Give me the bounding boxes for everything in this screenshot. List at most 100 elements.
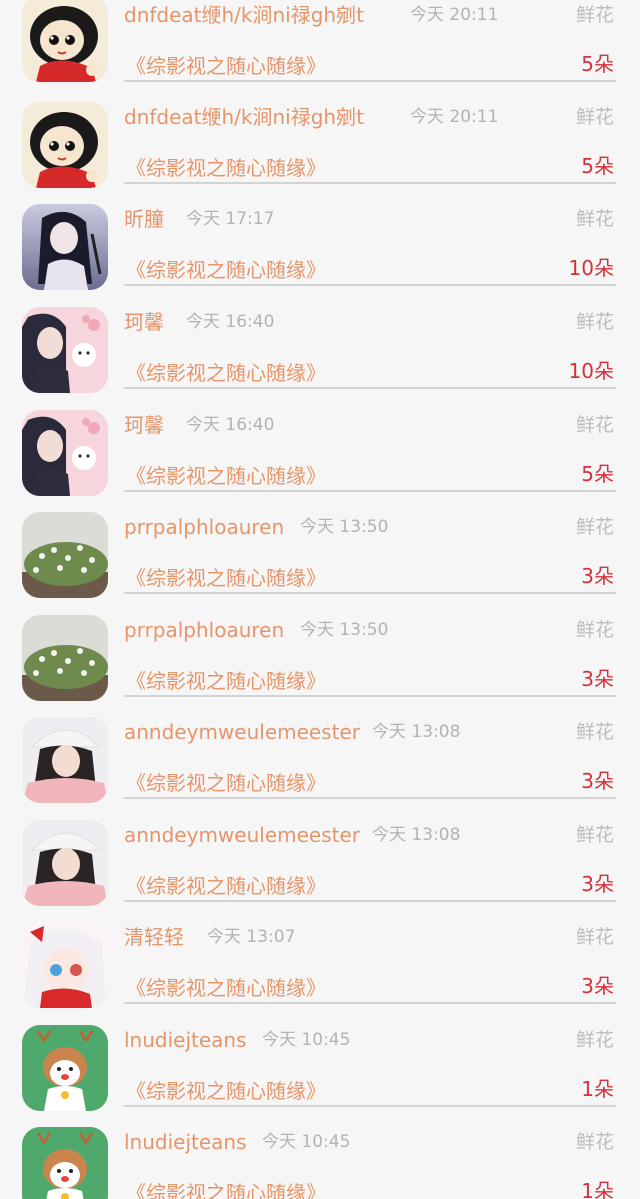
divider <box>124 387 616 389</box>
timestamp: 今天 16:40 <box>186 312 275 332</box>
gift-type-label: 鲜花 <box>575 516 614 538</box>
divider <box>124 80 616 82</box>
work-title-link[interactable]: 《综影视之随心随缘》 <box>126 255 326 285</box>
gift-count: 5朵 <box>581 462 614 486</box>
work-title-link[interactable]: 《综影视之随心随缘》 <box>126 563 326 593</box>
gift-count: 10朵 <box>568 359 614 383</box>
flower-bush-avatar-icon <box>22 615 108 701</box>
gift-type-label: 鲜花 <box>575 4 614 26</box>
gift-count: 3朵 <box>581 564 614 588</box>
gift-type-label: 鲜花 <box>575 1131 614 1153</box>
gift-count: 3朵 <box>581 872 614 896</box>
divider <box>124 284 616 286</box>
list-item[interactable]: anndeymweulemeester 今天 13:08 鲜花 《综影视之随心随… <box>0 820 640 923</box>
user-name[interactable]: prrpalphloauren <box>124 512 284 542</box>
list-item[interactable]: lnudiejteans 今天 10:45 鲜花 《综影视之随心随缘》 1朵 <box>0 1127 640 1199</box>
work-title-link[interactable]: 《综影视之随心随缘》 <box>126 666 326 696</box>
gift-type-label: 鲜花 <box>575 619 614 641</box>
flower-bush-avatar-icon <box>22 512 108 598</box>
divider <box>124 490 616 492</box>
timestamp: 今天 10:45 <box>262 1030 351 1050</box>
gift-count: 5朵 <box>581 52 614 76</box>
timestamp: 今天 20:11 <box>410 107 499 127</box>
user-name[interactable]: 珂馨 <box>124 307 164 337</box>
avatar[interactable] <box>22 922 108 1008</box>
avatar[interactable] <box>22 717 108 803</box>
list-item[interactable]: 昕朣 今天 17:17 鲜花 《综影视之随心随缘》 10朵 <box>0 204 640 307</box>
cartoon-girl-avatar-icon <box>22 102 108 188</box>
list-item[interactable]: prrpalphloauren 今天 13:50 鲜花 《综影视之随心随缘》 3… <box>0 615 640 718</box>
work-title-link[interactable]: 《综影视之随心随缘》 <box>126 871 326 901</box>
list-item[interactable]: 珂馨 今天 16:40 鲜花 《综影视之随心随缘》 5朵 <box>0 410 640 513</box>
avatar[interactable] <box>22 820 108 906</box>
gift-type-label: 鲜花 <box>575 414 614 436</box>
user-name[interactable]: lnudiejteans <box>124 1127 247 1157</box>
user-name[interactable]: anndeymweulemeester <box>124 717 360 747</box>
avatar[interactable] <box>22 615 108 701</box>
gift-count: 1朵 <box>581 1077 614 1101</box>
timestamp: 今天 17:17 <box>186 209 275 229</box>
gift-record-list: dnfdeat缏h/k涧ni禄gh剜t 今天 20:11 鲜花 《综影视之随心随… <box>0 0 640 1199</box>
divider <box>124 1105 616 1107</box>
gift-count: 1朵 <box>581 1179 614 1199</box>
reindeer-cartoon-avatar-icon <box>22 1025 108 1111</box>
cartoon-girl-avatar-icon <box>22 0 108 82</box>
work-title-link[interactable]: 《综影视之随心随缘》 <box>126 973 326 1003</box>
anime-white-hair-avatar-icon <box>22 922 108 1008</box>
gift-type-label: 鲜花 <box>575 106 614 128</box>
list-item[interactable]: lnudiejteans 今天 10:45 鲜花 《综影视之随心随缘》 1朵 <box>0 1025 640 1128</box>
work-title-link[interactable]: 《综影视之随心随缘》 <box>126 1178 326 1199</box>
timestamp: 今天 13:08 <box>372 825 461 845</box>
timestamp: 今天 16:40 <box>186 415 275 435</box>
avatar[interactable] <box>22 307 108 393</box>
timestamp: 今天 20:11 <box>410 5 499 25</box>
timestamp: 今天 10:45 <box>262 1132 351 1152</box>
list-item[interactable]: anndeymweulemeester 今天 13:08 鲜花 《综影视之随心随… <box>0 717 640 820</box>
work-title-link[interactable]: 《综影视之随心随缘》 <box>126 358 326 388</box>
work-title-link[interactable]: 《综影视之随心随缘》 <box>126 768 326 798</box>
user-name[interactable]: dnfdeat缏h/k涧ni禄gh剜t <box>124 102 364 132</box>
anime-couple-avatar-icon <box>22 307 108 393</box>
work-title-link[interactable]: 《综影视之随心随缘》 <box>126 461 326 491</box>
anime-dark-girl-avatar-icon <box>22 204 108 290</box>
user-name[interactable]: anndeymweulemeester <box>124 820 360 850</box>
divider <box>124 592 616 594</box>
list-item[interactable]: dnfdeat缏h/k涧ni禄gh剜t 今天 20:11 鲜花 《综影视之随心随… <box>0 0 640 103</box>
avatar[interactable] <box>22 410 108 496</box>
list-item[interactable]: 珂馨 今天 16:40 鲜花 《综影视之随心随缘》 10朵 <box>0 307 640 410</box>
gift-count: 5朵 <box>581 154 614 178</box>
user-name[interactable]: prrpalphloauren <box>124 615 284 645</box>
list-item[interactable]: 清轻轻 今天 13:07 鲜花 《综影视之随心随缘》 3朵 <box>0 922 640 1025</box>
gift-count: 3朵 <box>581 769 614 793</box>
gift-type-label: 鲜花 <box>575 721 614 743</box>
gift-count: 3朵 <box>581 974 614 998</box>
avatar[interactable] <box>22 0 108 82</box>
divider <box>124 900 616 902</box>
divider <box>124 1002 616 1004</box>
list-item[interactable]: dnfdeat缏h/k涧ni禄gh剜t 今天 20:11 鲜花 《综影视之随心随… <box>0 102 640 205</box>
divider <box>124 695 616 697</box>
user-name[interactable]: lnudiejteans <box>124 1025 247 1055</box>
gift-count: 10朵 <box>568 256 614 280</box>
avatar[interactable] <box>22 1127 108 1199</box>
user-name[interactable]: 清轻轻 <box>124 922 184 952</box>
divider <box>124 797 616 799</box>
avatar[interactable] <box>22 102 108 188</box>
gift-type-label: 鲜花 <box>575 208 614 230</box>
avatar[interactable] <box>22 1025 108 1111</box>
timestamp: 今天 13:50 <box>300 620 389 640</box>
avatar[interactable] <box>22 512 108 598</box>
list-item[interactable]: prrpalphloauren 今天 13:50 鲜花 《综影视之随心随缘》 3… <box>0 512 640 615</box>
girl-photo-avatar-icon <box>22 717 108 803</box>
work-title-link[interactable]: 《综影视之随心随缘》 <box>126 51 326 81</box>
user-name[interactable]: 珂馨 <box>124 410 164 440</box>
work-title-link[interactable]: 《综影视之随心随缘》 <box>126 1076 326 1106</box>
work-title-link[interactable]: 《综影视之随心随缘》 <box>126 153 326 183</box>
avatar[interactable] <box>22 204 108 290</box>
gift-type-label: 鲜花 <box>575 311 614 333</box>
timestamp: 今天 13:07 <box>207 927 296 947</box>
user-name[interactable]: 昕朣 <box>124 204 164 234</box>
user-name[interactable]: dnfdeat缏h/k涧ni禄gh剜t <box>124 0 364 30</box>
anime-couple-avatar-icon <box>22 410 108 496</box>
reindeer-cartoon-avatar-icon <box>22 1127 108 1199</box>
